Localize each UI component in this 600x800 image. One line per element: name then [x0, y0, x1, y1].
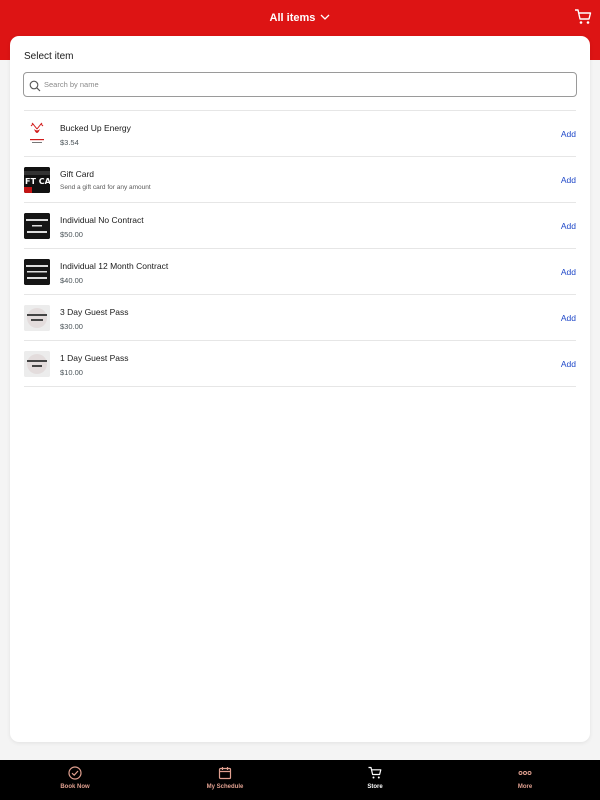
list-item[interactable]: 3 Day Guest Pass $30.00 Add — [24, 295, 576, 341]
add-button[interactable]: Add — [561, 266, 576, 278]
category-dropdown[interactable]: All items — [0, 10, 600, 26]
item-subtitle: Send a gift card for any amount — [60, 184, 151, 191]
bucked-up-logo — [24, 121, 50, 147]
1-day-pass-image — [24, 351, 50, 377]
nav-more[interactable]: More — [450, 760, 600, 800]
page-title: Select item — [24, 51, 74, 62]
gift-card-image: FT CAR — [24, 167, 50, 193]
list-item[interactable]: Bucked Up Energy $3.54 Add — [24, 111, 576, 157]
nav-label: Book Now — [60, 784, 90, 790]
cart-icon — [368, 766, 382, 780]
nav-my-schedule[interactable]: My Schedule — [150, 760, 300, 800]
3-day-pass-image — [24, 305, 50, 331]
cart-icon[interactable] — [574, 8, 592, 26]
item-name: 3 Day Guest Pass — [60, 307, 129, 317]
more-dots-icon — [518, 766, 532, 780]
add-button[interactable]: Add — [561, 220, 576, 232]
nav-store[interactable]: Store — [300, 760, 450, 800]
item-name: Individual 12 Month Contract — [60, 261, 169, 271]
add-button[interactable]: Add — [561, 174, 576, 186]
list-item[interactable]: 1 Day Guest Pass $10.00 Add — [24, 341, 576, 387]
search-icon — [29, 79, 41, 92]
list-item[interactable]: Individual No Contract $50.00 Add — [24, 203, 576, 249]
nav-label: Store — [367, 784, 383, 790]
bottom-nav: Book Now My Schedule Store More — [0, 760, 600, 800]
item-price: $50.00 — [60, 230, 83, 239]
item-list: Bucked Up Energy $3.54 Add FT CAR Gift C… — [24, 110, 576, 387]
item-name: Bucked Up Energy — [60, 123, 131, 133]
add-button[interactable]: Add — [561, 358, 576, 370]
item-price: $40.00 — [60, 276, 83, 285]
list-item[interactable]: Individual 12 Month Contract $40.00 Add — [24, 249, 576, 295]
svg-text:FT CAR: FT CAR — [25, 177, 50, 186]
add-button[interactable]: Add — [561, 312, 576, 324]
item-name: 1 Day Guest Pass — [60, 353, 129, 363]
item-price: $30.00 — [60, 322, 83, 331]
item-price: $3.54 — [60, 138, 79, 147]
add-button[interactable]: Add — [561, 128, 576, 140]
nav-book-now[interactable]: Book Now — [0, 760, 150, 800]
search-input[interactable] — [44, 75, 564, 94]
no-contract-image — [24, 213, 50, 239]
item-name: Individual No Contract — [60, 215, 144, 225]
calendar-icon — [218, 766, 232, 780]
nav-label: More — [517, 784, 533, 790]
item-price: $10.00 — [60, 368, 83, 377]
search-box[interactable] — [23, 72, 577, 97]
12-month-contract-image — [24, 259, 50, 285]
nav-label: My Schedule — [206, 784, 244, 790]
category-dropdown-label: All items — [269, 12, 316, 24]
item-name: Gift Card — [60, 169, 95, 179]
store-panel: Select item Bucked Up Energy $3.54 Ad — [10, 36, 590, 742]
check-circle-icon — [68, 766, 82, 780]
list-item[interactable]: FT CAR Gift Card Send a gift card for an… — [24, 157, 576, 203]
chevron-down-icon — [320, 9, 330, 25]
